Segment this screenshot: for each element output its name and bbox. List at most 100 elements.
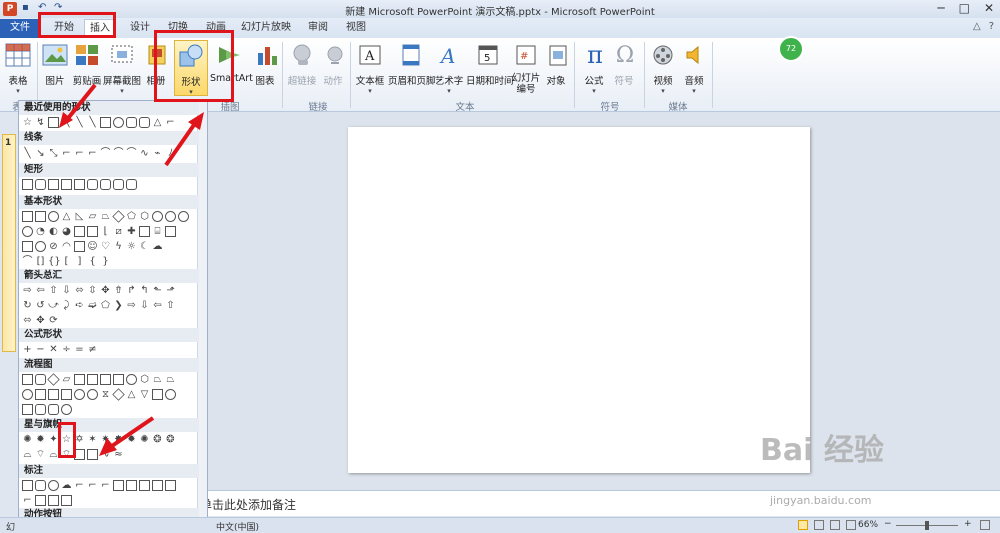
accent-border-callout4-icon[interactable] (61, 495, 72, 506)
curve-icon[interactable]: ∿ (139, 148, 150, 159)
cube-icon[interactable] (165, 226, 176, 237)
up-down-arrow-icon[interactable]: ⇳ (87, 285, 98, 296)
object-button[interactable]: 对象 (543, 40, 569, 87)
textbox-shape-icon[interactable] (35, 211, 46, 222)
chevron-icon[interactable]: ❯ (113, 300, 124, 311)
table-button[interactable]: 表格 ▾ (2, 40, 34, 95)
reading-view-icon[interactable] (830, 520, 840, 530)
rectangle-icon[interactable] (22, 179, 33, 190)
manual-operation-icon[interactable]: ⏢ (165, 374, 176, 385)
snip-rectangle-icon[interactable] (74, 179, 85, 190)
hexagon-icon[interactable]: ⬡ (139, 211, 150, 222)
action-button[interactable]: 动作 (320, 40, 346, 87)
collate-icon[interactable]: ⧖ (100, 389, 111, 400)
or-icon[interactable] (87, 389, 98, 400)
line-icon[interactable]: ╲ (22, 148, 33, 159)
symbol-button[interactable]: Ω 符号 (610, 40, 638, 88)
round-rectangle-icon[interactable] (87, 179, 98, 190)
u-turn-arrow-icon[interactable]: ↰ (139, 285, 150, 296)
circular-arrow-icon[interactable]: ⟳ (48, 315, 59, 326)
left-right-callout-icon[interactable]: ⬄ (22, 315, 33, 326)
video-button[interactable]: 视频 ▾ (648, 40, 678, 95)
left-bracket-icon[interactable]: [ (61, 256, 72, 267)
triangle-icon[interactable]: △ (61, 211, 72, 222)
right-triangle-icon[interactable]: ◺ (74, 211, 85, 222)
smiley-icon[interactable]: ☺ (87, 241, 98, 252)
border-callout-icon[interactable] (152, 480, 163, 491)
moon-icon[interactable]: ☾ (139, 241, 150, 252)
accent-callout-icon[interactable] (113, 480, 124, 491)
rounded-callout-icon[interactable] (35, 480, 46, 491)
right-brace-icon[interactable]: } (100, 256, 111, 267)
ribbon-up-icon[interactable]: ⌓ (22, 449, 33, 460)
tab-file[interactable]: 文件 (0, 19, 40, 38)
can-icon[interactable]: ⌸ (152, 226, 163, 237)
slide-canvas[interactable] (348, 127, 810, 473)
audio-button[interactable]: 音频 ▾ (680, 40, 708, 95)
arc-icon[interactable]: ⌒ (22, 256, 33, 267)
minus-icon[interactable]: − (35, 344, 46, 355)
tab-design[interactable]: 设计 (124, 19, 156, 38)
curved-arrow-icon[interactable]: ⌒ (113, 148, 124, 159)
data-icon[interactable]: ▱ (61, 374, 72, 385)
curved-right-arrow-icon[interactable]: ↻ (22, 300, 33, 311)
diamond-icon[interactable] (112, 210, 125, 223)
chart-button[interactable]: 图表 (252, 40, 278, 87)
up-callout-arrow-icon[interactable]: ⇧ (165, 300, 176, 311)
half-frame-icon[interactable] (87, 226, 98, 237)
textbox-button[interactable]: A 文本框 ▾ (353, 40, 387, 95)
folded-corner-icon[interactable] (74, 241, 85, 252)
teardrop-icon[interactable]: ◕ (61, 226, 72, 237)
zoom-slider-thumb[interactable] (925, 521, 929, 530)
plaque-icon[interactable] (139, 226, 150, 237)
process-icon[interactable] (22, 374, 33, 385)
curved-double-arrow-icon[interactable]: ⌒ (126, 148, 137, 159)
quad-arrow-icon[interactable]: ✥ (100, 285, 111, 296)
display-icon[interactable] (61, 404, 72, 415)
not-equal-icon[interactable]: ≠ (87, 344, 98, 355)
slide-thumbnail[interactable] (2, 134, 16, 352)
round-rectangle-icon[interactable] (126, 179, 137, 190)
frame-icon[interactable] (74, 226, 85, 237)
hyperlink-button[interactable]: 超链接 (286, 40, 318, 87)
right-arrow-icon[interactable]: ⇨ (22, 285, 33, 296)
tab-view[interactable]: 视图 (340, 19, 372, 38)
sort-icon[interactable] (112, 388, 125, 401)
decagon-icon[interactable] (178, 211, 189, 222)
elbow-arrow-icon[interactable]: ⌐ (74, 148, 85, 159)
bent-arrow-icon[interactable]: ↱ (126, 285, 137, 296)
zoom-out-icon[interactable]: − (884, 519, 892, 529)
right-callout-arrow-icon[interactable]: ⇨ (126, 300, 137, 311)
header-footer-button[interactable]: 页眉和页脚 (388, 40, 436, 87)
border-callout2-icon[interactable] (165, 480, 176, 491)
curved-line-icon[interactable]: ⌒ (100, 148, 111, 159)
tab-review[interactable]: 审阅 (302, 19, 334, 38)
rounded-rect-shape-icon[interactable] (139, 117, 150, 128)
delay-icon[interactable] (165, 389, 176, 400)
snip-rectangle-icon[interactable] (61, 179, 72, 190)
magnetic-disk-icon[interactable] (35, 404, 46, 415)
heart-icon[interactable]: ♡ (100, 241, 111, 252)
internal-storage-icon[interactable] (87, 374, 98, 385)
predefined-process-icon[interactable] (74, 374, 85, 385)
maximize-icon[interactable]: □ (959, 1, 970, 15)
rounded-rectangle-icon[interactable] (35, 179, 46, 190)
down-callout-arrow-icon[interactable]: ⇩ (139, 300, 150, 311)
merge-icon[interactable]: ▽ (139, 389, 150, 400)
explosion2-icon[interactable]: ✹ (35, 434, 46, 445)
elbow-line-icon[interactable]: ⌐ (61, 148, 72, 159)
multiply-icon[interactable]: ✕ (48, 344, 59, 355)
double-arrow-line-icon[interactable]: ⤡ (48, 148, 59, 159)
fit-to-window-icon[interactable] (980, 520, 990, 530)
accent-callout3-icon[interactable] (139, 480, 150, 491)
plus-icon[interactable]: + (22, 344, 33, 355)
heptagon-icon[interactable] (152, 211, 163, 222)
line-callout3-icon[interactable]: ⌐ (100, 480, 111, 491)
round-rectangle-icon[interactable] (113, 179, 124, 190)
arrow-line-icon[interactable]: ↘ (35, 148, 46, 159)
screenshot-button[interactable]: 屏幕截图 ▾ (103, 40, 141, 95)
textbox-shape-icon[interactable] (22, 211, 33, 222)
normal-view-icon[interactable] (798, 520, 808, 530)
lightning-icon[interactable]: ϟ (113, 241, 124, 252)
callout-shape-icon[interactable]: ↯ (35, 117, 46, 128)
